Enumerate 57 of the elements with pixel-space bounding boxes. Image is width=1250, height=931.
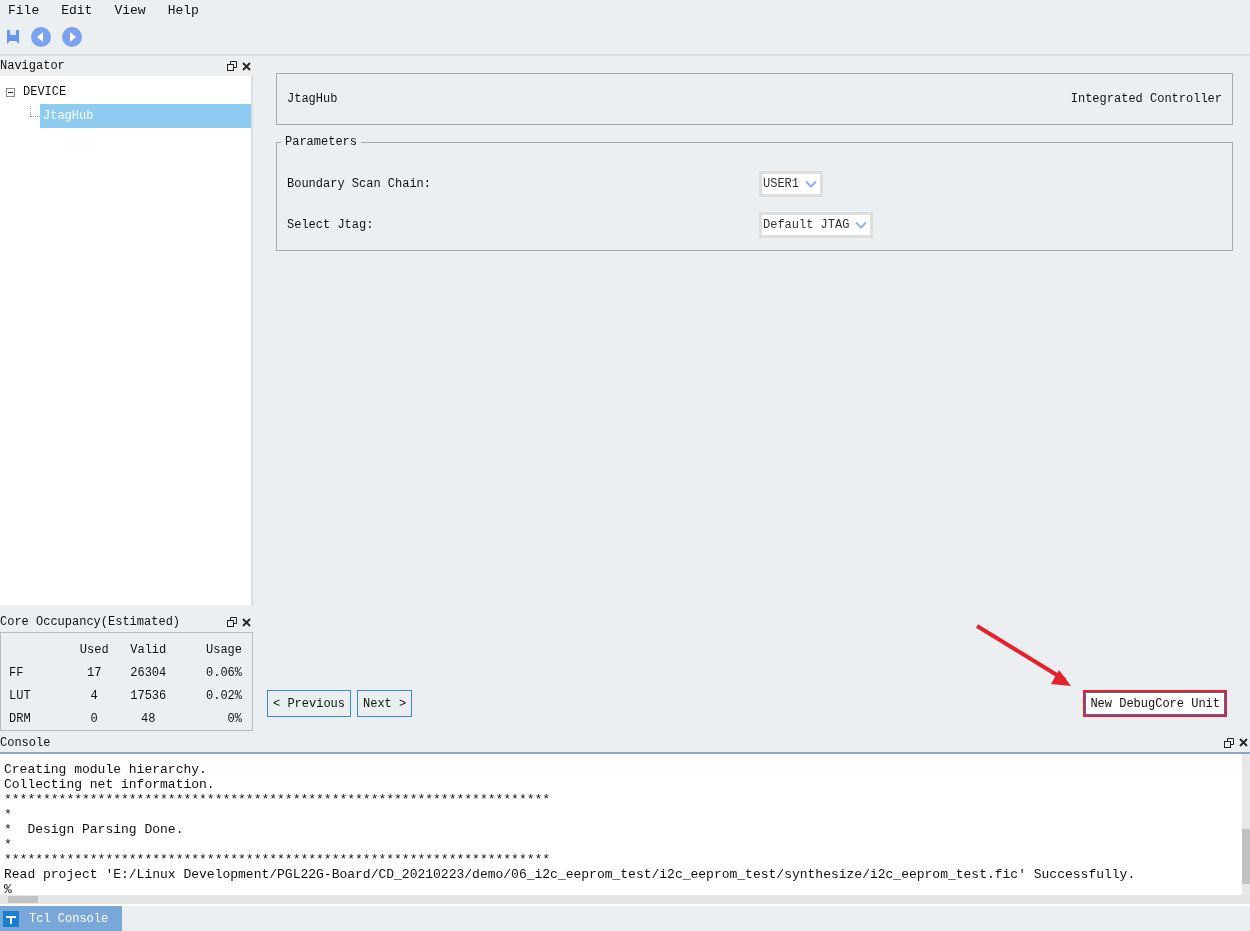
back-icon[interactable] bbox=[31, 27, 51, 47]
panel-title: Core Occupancy(Estimated) bbox=[0, 615, 181, 629]
chevron-icon bbox=[855, 220, 868, 229]
table-cell-text: 0 bbox=[89, 710, 99, 728]
restore-icon[interactable] bbox=[227, 617, 237, 627]
column-header: Usage bbox=[205, 642, 243, 659]
table-cell-text: LUT bbox=[8, 687, 32, 705]
restore-icon[interactable] bbox=[1224, 737, 1234, 748]
table-cell-text: 4 bbox=[89, 687, 99, 705]
restore-icon[interactable] bbox=[227, 61, 237, 71]
tcl-icon bbox=[3, 910, 19, 927]
console-line: Read project 'E:/Linux Development/PGL22G-Board/CD_20210223/demo/06_i2c_eeprom_test/i2c_eeprom_test/synthesize/i2c_eeprom_test.fic' Successfully. bbox=[4, 867, 1137, 882]
dropdown[interactable]: Default JTAG bbox=[759, 211, 874, 238]
table-cell-text: 17 bbox=[86, 664, 103, 682]
menu-item[interactable]: View bbox=[114, 2, 146, 18]
menu-item[interactable]: File bbox=[8, 2, 40, 18]
console-line: Collecting net information. bbox=[4, 777, 216, 792]
save-icon[interactable] bbox=[6, 29, 20, 45]
field-label: Boundary Scan Chain: bbox=[287, 176, 433, 191]
new-debugcore-button[interactable]: New DebugCore Unit bbox=[1083, 690, 1227, 717]
column-header: Used bbox=[78, 642, 110, 659]
chevron-icon bbox=[805, 179, 817, 188]
core-name: JtagHub bbox=[287, 92, 338, 106]
dropdown[interactable]: USER1 bbox=[759, 170, 823, 197]
table-cell-text: 0.02% bbox=[205, 687, 243, 705]
nav-button[interactable]: < Previous bbox=[267, 690, 351, 717]
field-label: Select Jtag: bbox=[287, 217, 375, 232]
collapse-icon[interactable] bbox=[6, 87, 15, 97]
table-cell-text: 17536 bbox=[129, 687, 168, 705]
panel-title: Console bbox=[0, 735, 51, 750]
nav-button[interactable]: Next > bbox=[357, 690, 413, 717]
console-line: Creating module hierarchy. bbox=[4, 762, 208, 777]
panel-title: Navigator bbox=[0, 59, 65, 73]
console-line: * bbox=[4, 837, 13, 852]
column-header: Valid bbox=[129, 642, 168, 659]
close-icon[interactable] bbox=[242, 617, 251, 627]
tree-item[interactable]: DEVICE bbox=[21, 82, 69, 102]
forward-icon[interactable] bbox=[62, 27, 82, 47]
menu-item[interactable]: Help bbox=[167, 2, 199, 18]
table-cell-text: DRM bbox=[8, 710, 32, 728]
close-icon[interactable] bbox=[242, 61, 251, 71]
console-line: * bbox=[4, 807, 13, 822]
console-line: * Design Parsing Done. bbox=[4, 822, 185, 837]
group-title: Parameters bbox=[284, 135, 358, 149]
console-line: ********************************************************************** bbox=[4, 792, 552, 807]
table-cell-text: 0.06% bbox=[205, 664, 243, 682]
vertical-scrollbar[interactable] bbox=[1242, 754, 1250, 895]
horizontal-scrollbar[interactable] bbox=[0, 895, 1250, 904]
console-line: % bbox=[4, 882, 13, 895]
close-icon[interactable] bbox=[1239, 738, 1248, 747]
table-cell-text: 0% bbox=[226, 710, 243, 728]
console-line: ********************************************************************** bbox=[4, 852, 552, 867]
core-type: Integrated Controller bbox=[1070, 92, 1222, 106]
menu-item[interactable]: Edit bbox=[61, 2, 93, 18]
table-cell-text: FF bbox=[8, 664, 25, 682]
table-cell-text: 26304 bbox=[129, 664, 168, 682]
table-cell-text: 48 bbox=[140, 710, 157, 728]
